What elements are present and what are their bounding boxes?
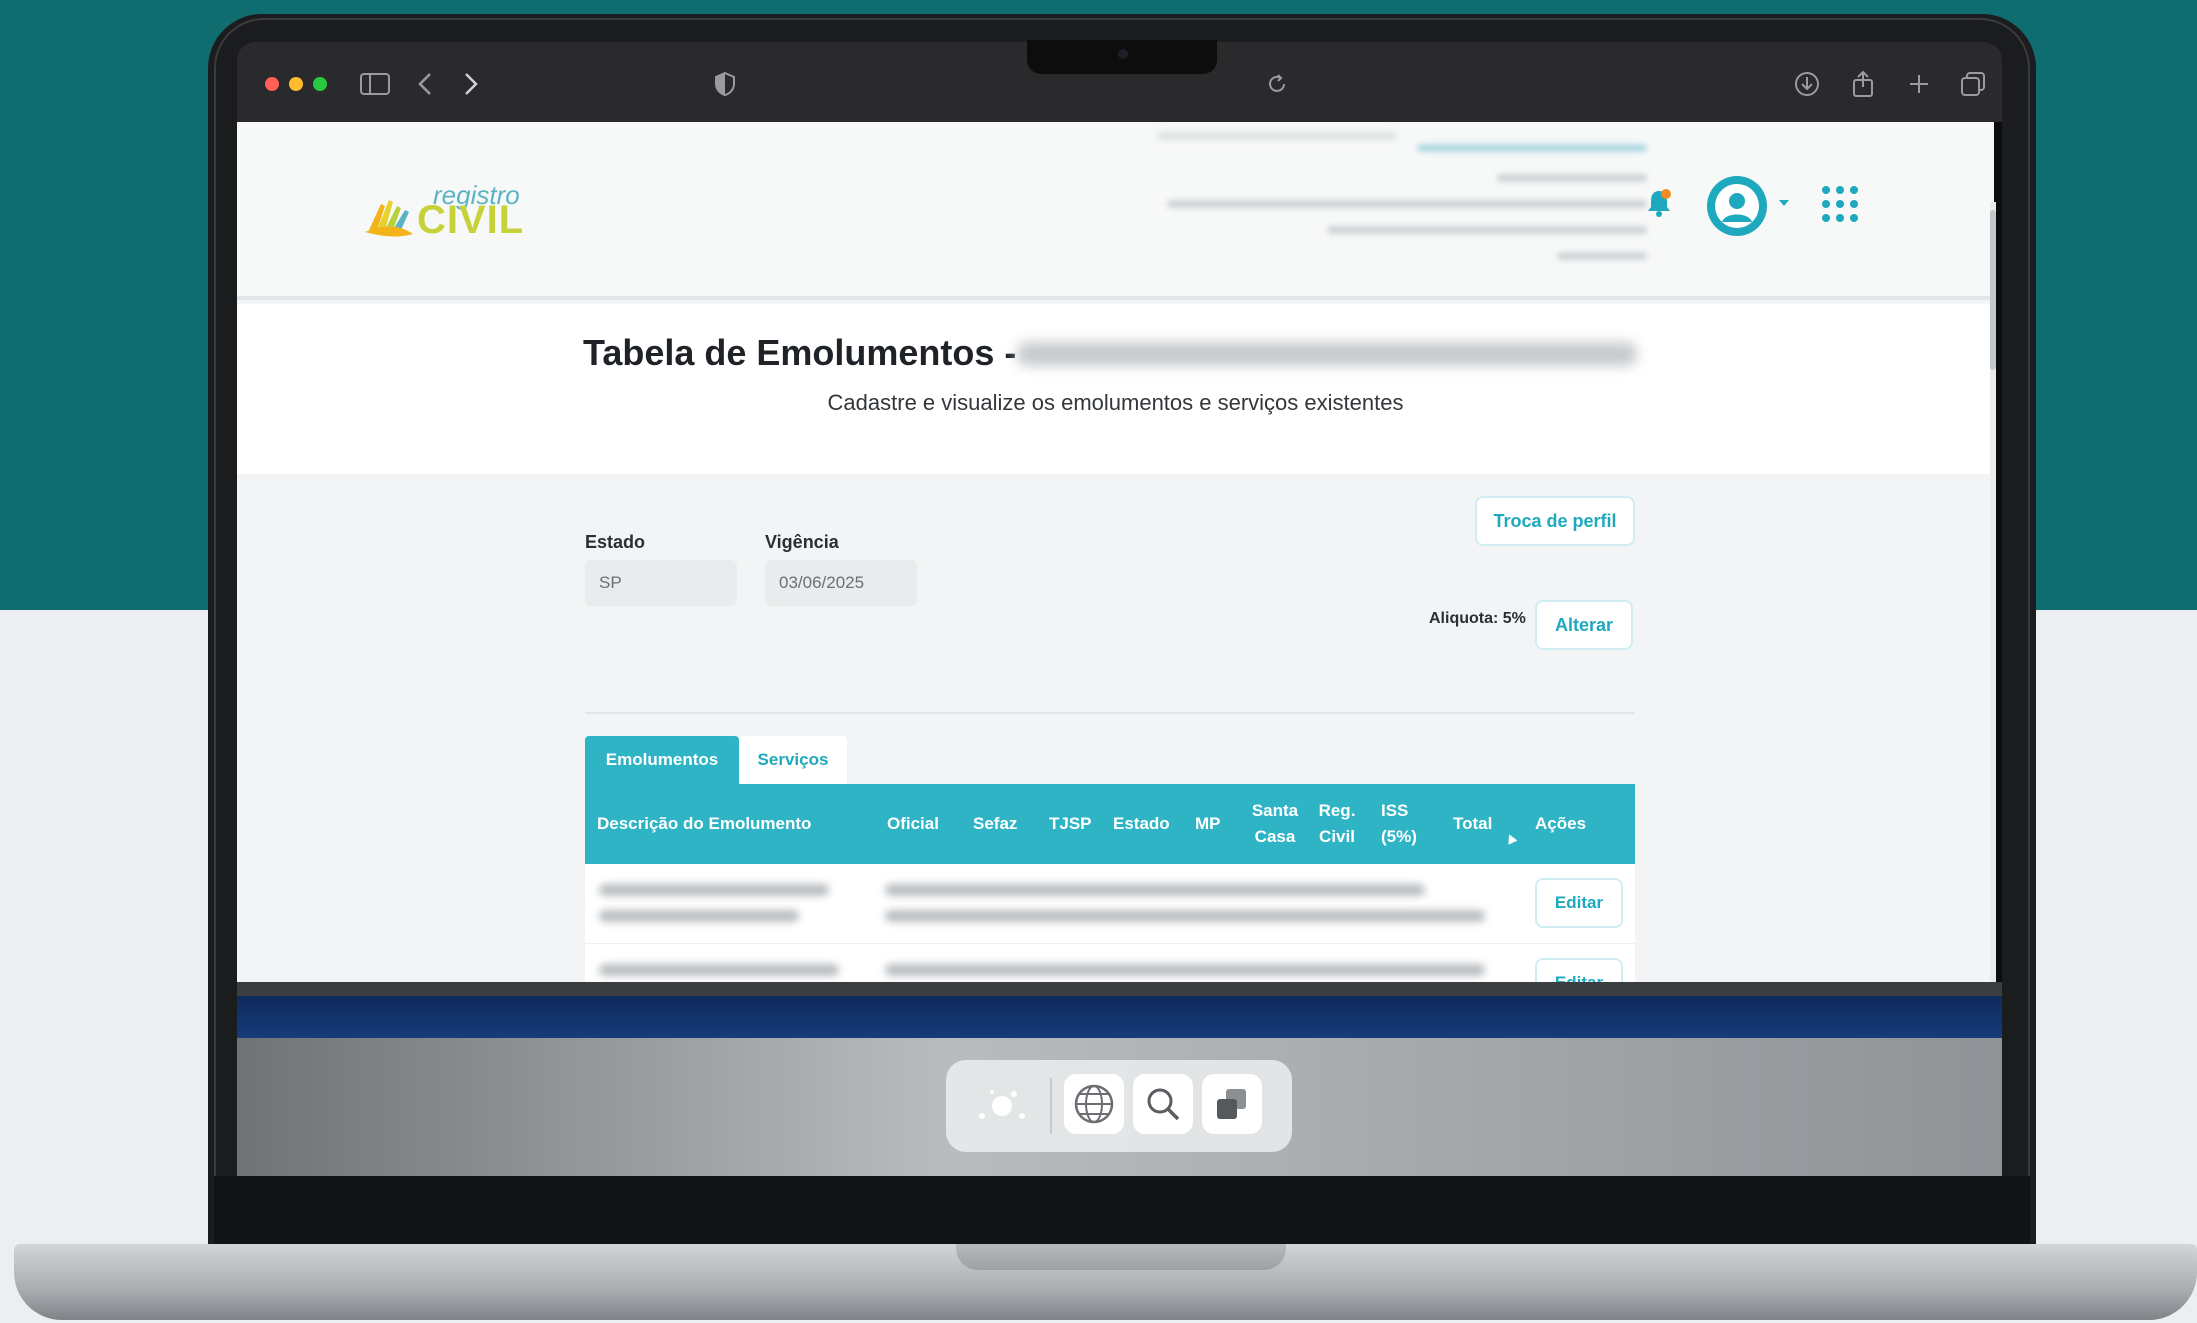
scroll-thumb[interactable]	[1990, 210, 1996, 370]
column-header-acoes: Ações	[1535, 814, 1587, 833]
horizontal-scrollbar[interactable]	[237, 982, 2002, 996]
page-subtitle: Cadastre e visualize os emolumentos e se…	[827, 390, 1404, 415]
search-icon[interactable]	[1133, 1074, 1193, 1134]
column-header-total[interactable]: Total	[1453, 811, 1492, 837]
column-header-iss-line1: ISS	[1381, 801, 1409, 820]
sidebar-icon[interactable]	[357, 66, 393, 102]
reload-icon[interactable]	[1259, 66, 1295, 102]
blurred-cell	[885, 910, 1485, 922]
apps-grid-icon[interactable]	[1822, 186, 1858, 222]
column-header-oficial[interactable]: Oficial	[887, 811, 939, 837]
edit-button[interactable]: Editar	[1535, 878, 1623, 928]
vigencia-field[interactable]: 03/06/2025	[765, 560, 917, 606]
avatar-icon[interactable]	[1707, 176, 1767, 236]
estado-label: Estado	[585, 532, 646, 552]
logo-big-text: CIVIL	[417, 198, 525, 242]
column-header-sefaz[interactable]: Sefaz	[973, 811, 1017, 837]
column-header-santa-casa-line2: Casa	[1254, 827, 1296, 846]
aliquota-text: Aliquota: 5%	[1429, 610, 1526, 627]
blurred-cell	[599, 964, 839, 976]
laptop-base-notch	[956, 1244, 1286, 1270]
blurred-header-text	[1557, 252, 1647, 260]
blurred-header-text	[1327, 226, 1647, 234]
estado-field[interactable]: SP	[585, 560, 737, 606]
blurred-cell	[885, 884, 1425, 896]
tabs-overview-icon[interactable]	[1955, 66, 1991, 102]
site-header: registro CIVIL	[237, 122, 1994, 300]
genmoji-icon[interactable]	[972, 1074, 1032, 1134]
column-header-santa-casa-line1: Santa	[1251, 801, 1299, 820]
blurred-header-text	[1417, 144, 1647, 152]
laptop-chin	[214, 1176, 2030, 1246]
table-row: Editar	[585, 864, 1635, 944]
blurred-cell	[885, 964, 1485, 976]
avatar-caret-icon[interactable]	[1779, 200, 1789, 206]
dock-separator	[1050, 1078, 1052, 1134]
column-header-reg-civil-line1: Reg.	[1318, 801, 1356, 820]
registro-civil-logo[interactable]: registro CIVIL	[363, 180, 523, 242]
tab-emolumentos[interactable]: Emolumentos	[585, 736, 739, 784]
divider	[585, 712, 1635, 714]
web-page: registro CIVIL Tabela de Emolumentos - C…	[237, 122, 1996, 1062]
share-icon[interactable]	[1845, 66, 1881, 102]
vigencia-label: Vigência	[765, 532, 839, 552]
blurred-registry-name	[1017, 342, 1637, 366]
laptop-screen: registro CIVIL Tabela de Emolumentos - C…	[237, 42, 2002, 1176]
column-header-estado[interactable]: Estado	[1113, 811, 1170, 837]
column-header-iss-line2: (5%)	[1381, 827, 1417, 846]
title-section: Tabela de Emolumentos - Cadastre e visua…	[237, 304, 1994, 474]
desktop-band	[237, 996, 2002, 1038]
camera-icon	[1118, 49, 1128, 59]
window-switcher-icon[interactable]	[1202, 1074, 1262, 1134]
column-header-mp[interactable]: MP	[1195, 811, 1221, 837]
column-header-santa-casa[interactable]: Santa Casa	[1249, 798, 1301, 850]
close-window-button[interactable]	[265, 77, 279, 91]
back-icon[interactable]	[407, 66, 443, 102]
blurred-cell	[599, 910, 799, 922]
dock	[946, 1060, 1292, 1152]
troca-perfil-button[interactable]: Troca de perfil	[1475, 496, 1635, 546]
bell-icon[interactable]	[1646, 188, 1672, 218]
hands-logo-icon	[365, 200, 413, 237]
camera-notch	[1027, 40, 1217, 74]
zoom-window-button[interactable]	[313, 77, 327, 91]
download-icon[interactable]	[1789, 66, 1825, 102]
column-header-tjsp[interactable]: TJSP	[1049, 811, 1092, 837]
alterar-button[interactable]: Alterar	[1535, 600, 1633, 650]
new-tab-icon[interactable]	[1901, 66, 1937, 102]
column-header-reg-civil-line2: Civil	[1319, 827, 1355, 846]
globe-icon[interactable]	[1064, 1074, 1124, 1134]
column-header-descricao[interactable]: Descrição do Emolumento	[597, 811, 811, 837]
minimize-window-button[interactable]	[289, 77, 303, 91]
edit-button[interactable]: Editar	[1535, 958, 1623, 983]
blurred-header-text	[1167, 200, 1647, 208]
column-header-iss[interactable]: ISS (5%)	[1381, 798, 1425, 850]
column-header-reg-civil[interactable]: Reg. Civil	[1315, 798, 1359, 850]
page-title: Tabela de Emolumentos -	[583, 332, 1017, 373]
privacy-shield-icon[interactable]	[707, 66, 743, 102]
forward-icon[interactable]	[453, 66, 489, 102]
vertical-scrollbar[interactable]	[1990, 202, 1996, 1062]
tab-servicos[interactable]: Serviços	[739, 736, 847, 784]
table-row: Editar	[585, 944, 1635, 984]
blurred-cell	[599, 884, 829, 896]
blurred-header-text	[1157, 132, 1397, 140]
blurred-header-text	[1497, 174, 1647, 182]
table-header: Descrição do Emolumento Oficial Sefaz TJ…	[585, 784, 1635, 864]
